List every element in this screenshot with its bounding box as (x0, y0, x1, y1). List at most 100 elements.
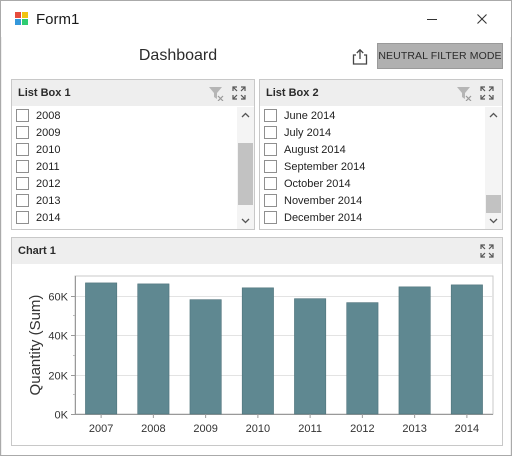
checkbox[interactable] (264, 109, 277, 122)
list-item-label: August 2014 (284, 143, 346, 156)
dashboard-client: Dashboard NEUTRAL FILTER MODE List Box 1 (2, 37, 510, 455)
list-item[interactable]: December 2014 (260, 209, 484, 226)
list-item-label: 2013 (36, 194, 61, 207)
bar (137, 283, 170, 415)
y-tick-label: 0K (55, 410, 69, 422)
list-box-1-list: 2008 2009 2010 2011 2012 2013 2014 (12, 107, 236, 229)
x-tick-label: 2009 (193, 423, 217, 435)
clear-filter-icon (209, 87, 224, 101)
dashboard-header: Dashboard NEUTRAL FILTER MODE (2, 37, 510, 77)
list-item-label: 2008 (36, 109, 61, 122)
list-box-2-title: List Box 2 (266, 87, 319, 99)
checkbox[interactable] (16, 126, 29, 139)
checkbox[interactable] (16, 160, 29, 173)
list-item-label: September 2014 (284, 160, 366, 173)
list-item[interactable]: 2010 (12, 141, 236, 158)
chevron-up-icon (241, 112, 250, 118)
maximize-panel-button[interactable] (479, 85, 495, 101)
neutral-filter-mode-button[interactable]: NEUTRAL FILTER MODE (377, 43, 503, 69)
list-item-label: November 2014 (284, 194, 363, 207)
checkbox[interactable] (16, 177, 29, 190)
list-item[interactable]: September 2014 (260, 158, 484, 175)
bar (450, 284, 483, 415)
scroll-thumb[interactable] (238, 143, 253, 205)
bar (189, 299, 222, 415)
list-box-2-list: June 2014 July 2014 August 2014 Septembe… (260, 107, 484, 229)
bar (85, 282, 118, 415)
list-box-2-scrollbar[interactable] (485, 107, 502, 229)
list-item-label: October 2014 (284, 177, 351, 190)
clear-filter-button[interactable] (456, 85, 472, 101)
checkbox[interactable] (264, 160, 277, 173)
close-icon (477, 14, 487, 24)
list-box-1-panel: List Box 1 2008 2009 2010 2011 2012 2013… (11, 79, 255, 230)
clear-filter-icon (457, 87, 472, 101)
checkbox[interactable] (264, 194, 277, 207)
list-box-1-scrollbar[interactable] (237, 107, 254, 229)
list-item[interactable]: 2012 (12, 175, 236, 192)
y-axis-label: Quantity (Sum) (27, 295, 44, 396)
export-button[interactable] (348, 45, 372, 69)
close-button[interactable] (459, 1, 505, 37)
expand-icon (480, 244, 494, 258)
checkbox[interactable] (264, 126, 277, 139)
x-tick-label: 2014 (455, 423, 479, 435)
list-item[interactable]: November 2014 (260, 192, 484, 209)
list-item[interactable]: 2009 (12, 124, 236, 141)
bar (241, 287, 274, 415)
x-tick-label: 2007 (89, 423, 113, 435)
x-tick-label: 2012 (350, 423, 374, 435)
bar-chart: 0K 20K 40K 60K 2007 2008 2009 2010 2011 2012 2013 2… (27, 275, 494, 435)
chart-1-title: Chart 1 (18, 245, 56, 257)
scroll-thumb[interactable] (486, 195, 501, 213)
list-item[interactable]: August 2014 (260, 141, 484, 158)
chevron-down-icon (241, 218, 250, 224)
checkbox[interactable] (16, 194, 29, 207)
scroll-down-button[interactable] (237, 213, 254, 229)
checkbox[interactable] (264, 143, 277, 156)
list-item[interactable]: 2011 (12, 158, 236, 175)
checkbox[interactable] (16, 211, 29, 224)
y-tick-label: 40K (48, 331, 68, 343)
list-item[interactable]: 2008 (12, 107, 236, 124)
y-tick-label: 20K (48, 371, 68, 383)
list-item-label: 2012 (36, 177, 61, 190)
scroll-up-button[interactable] (237, 107, 254, 123)
checkbox[interactable] (16, 109, 29, 122)
dashboard-title: Dashboard (138, 47, 218, 64)
list-item[interactable]: 2013 (12, 192, 236, 209)
x-tick-label: 2010 (246, 423, 270, 435)
export-icon (352, 48, 368, 65)
app-icon (15, 12, 28, 25)
list-item-label: 2010 (36, 143, 61, 156)
list-item[interactable]: October 2014 (260, 175, 484, 192)
list-item-label: 2011 (36, 160, 60, 173)
list-box-2-caption: List Box 2 (260, 80, 502, 106)
app-window: Form1 Dashboard NEUTRAL FILTER MODE List… (0, 0, 512, 456)
list-item-label: December 2014 (284, 211, 363, 224)
chevron-up-icon (489, 112, 498, 118)
maximize-panel-button[interactable] (231, 85, 247, 101)
expand-icon (232, 86, 246, 100)
maximize-button[interactable] (411, 1, 457, 37)
list-item[interactable]: June 2014 (260, 107, 484, 124)
expand-icon (480, 86, 494, 100)
checkbox[interactable] (16, 143, 29, 156)
scroll-up-button[interactable] (485, 107, 502, 123)
window-title: Form1 (36, 11, 80, 28)
list-item[interactable]: 2014 (12, 209, 236, 226)
list-item-label: June 2014 (284, 109, 336, 122)
maximize-panel-button[interactable] (479, 243, 495, 259)
list-item-label: July 2014 (284, 126, 332, 139)
y-tick-label: 60K (48, 292, 68, 304)
scroll-down-button[interactable] (485, 213, 502, 229)
checkbox[interactable] (264, 211, 277, 224)
checkbox[interactable] (264, 177, 277, 190)
bar (294, 298, 327, 415)
list-box-1-caption: List Box 1 (12, 80, 254, 106)
title-bar[interactable]: Form1 (1, 1, 511, 37)
chevron-down-icon (489, 218, 498, 224)
list-item[interactable]: July 2014 (260, 124, 484, 141)
clear-filter-button[interactable] (208, 85, 224, 101)
list-box-2-panel: List Box 2 June 2014 July 2014 August 20… (259, 79, 503, 230)
